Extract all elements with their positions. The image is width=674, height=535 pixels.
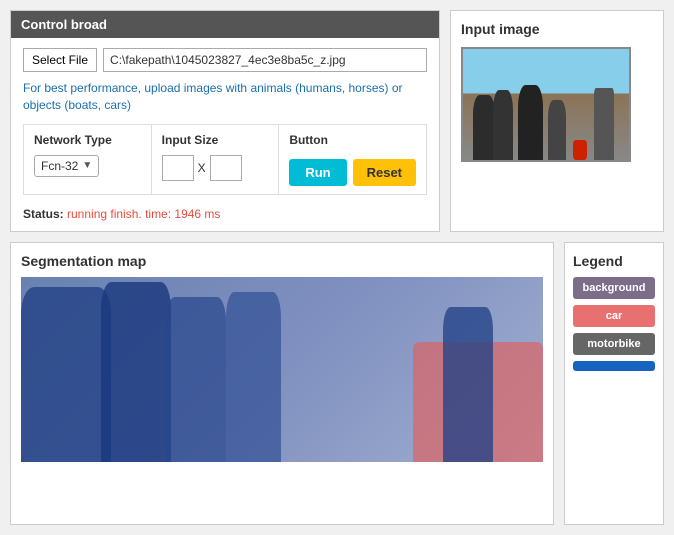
input-image-box (461, 47, 631, 162)
size-height-box[interactable] (210, 155, 242, 181)
run-button[interactable]: Run (289, 159, 346, 186)
input-image-photo (463, 49, 629, 160)
reset-button[interactable]: Reset (353, 159, 416, 186)
status-label: Status: (23, 207, 64, 221)
legend-title: Legend (573, 253, 655, 269)
seg-person-1 (21, 287, 111, 462)
network-type-label: Network Type (34, 133, 141, 147)
network-type-cell: Network Type Fcn-32 ▼ (24, 125, 152, 194)
segmentation-title: Segmentation map (21, 253, 543, 269)
panel-title-text: Control broad (21, 17, 107, 32)
input-image-title: Input image (461, 21, 653, 37)
legend-item-car: car (573, 305, 655, 327)
seg-person-2 (101, 282, 171, 462)
legend-item-person (573, 361, 655, 371)
button-cell: Button Run Reset (279, 125, 426, 194)
person-silhouette-5 (594, 88, 614, 160)
size-width-box[interactable] (162, 155, 194, 181)
legend-item-motorbike: motorbike (573, 333, 655, 355)
legend-item-background: background (573, 277, 655, 299)
select-file-button[interactable]: Select File (23, 48, 97, 72)
seg-person-4 (226, 292, 281, 462)
input-size-row: X (162, 155, 269, 181)
fire-hydrant (573, 140, 587, 160)
chevron-down-icon: ▼ (82, 160, 92, 171)
person-silhouette-4 (548, 100, 566, 160)
input-size-label: Input Size (162, 133, 269, 147)
status-value: running finish. time: 1946 ms (67, 207, 220, 221)
seg-person-5 (443, 307, 493, 462)
person-silhouette-3 (518, 85, 543, 160)
person-silhouette-2 (493, 90, 513, 160)
size-x-separator: X (198, 161, 206, 175)
person-silhouette-1 (473, 95, 495, 160)
network-type-value: Fcn-32 (41, 159, 78, 173)
segmentation-image (21, 277, 543, 462)
input-size-cell: Input Size X (152, 125, 280, 194)
segmentation-panel: Segmentation map (10, 242, 554, 525)
control-panel: Control broad Select File For best perfo… (10, 10, 440, 232)
status-row: Status: running finish. time: 1946 ms (23, 207, 427, 221)
file-row: Select File (23, 48, 427, 72)
seg-person-3 (166, 297, 226, 462)
network-type-select[interactable]: Fcn-32 ▼ (34, 155, 99, 177)
legend-panel: Legend background car motorbike (564, 242, 664, 525)
button-cell-label: Button (289, 133, 416, 147)
button-row: Run Reset (289, 155, 416, 186)
options-row: Network Type Fcn-32 ▼ Input Size X (23, 124, 427, 195)
hint-text: For best performance, upload images with… (23, 80, 427, 114)
input-image-panel: Input image (450, 10, 664, 232)
control-panel-title: Control broad (11, 11, 439, 38)
file-path-input[interactable] (103, 48, 427, 72)
